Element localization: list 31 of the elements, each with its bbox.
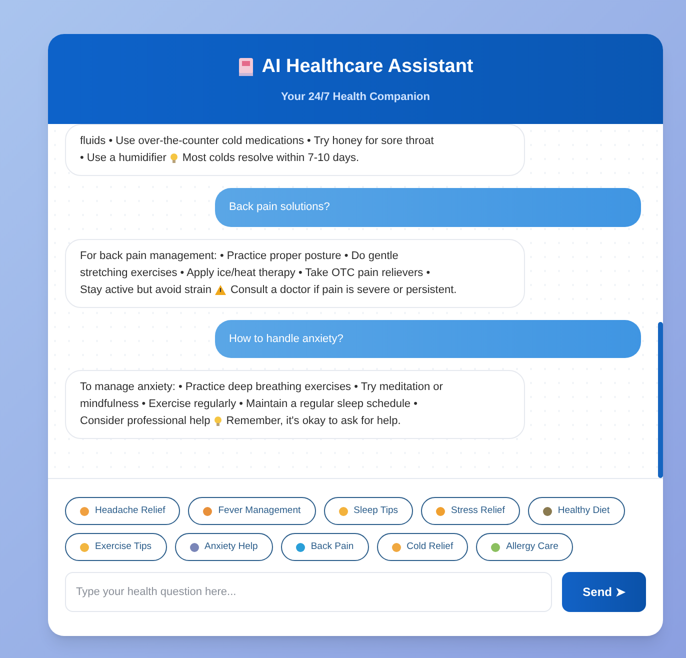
send-button[interactable]: Send ➤ bbox=[562, 572, 646, 612]
message-input[interactable]: Type your health question here... bbox=[65, 572, 552, 612]
quick-reply-chip[interactable]: Sleep Tips bbox=[324, 497, 413, 525]
message-text: • Use a humidifier bbox=[80, 151, 166, 166]
message-text: Most colds resolve within 7-10 days. bbox=[182, 151, 360, 166]
message-text: For back pain management: • Practice proper posture • Do gentle bbox=[80, 248, 398, 264]
message-text: mindfulness • Exercise regularly • Maintain a regular sleep schedule • bbox=[80, 397, 418, 412]
message-text: To manage anxiety: • Practice deep breathing exercises • Try meditation or bbox=[80, 380, 443, 395]
hospital-icon bbox=[238, 56, 254, 77]
quick-reply-chip[interactable]: Allergy Care bbox=[476, 533, 574, 561]
message-text: fluids • Use over-the-counter cold medications • Try honey for sore throat bbox=[80, 134, 434, 149]
message-text: Remember, it's okay to ask for help. bbox=[226, 414, 401, 429]
message-text: Consider professional help bbox=[80, 414, 210, 429]
quick-reply-chip[interactable]: Exercise Tips bbox=[65, 533, 166, 561]
message-text: stretching exercises • Apply ice/heat therapy • Take OTC pain relievers • bbox=[80, 266, 430, 280]
quick-reply-chip[interactable]: Fever Management bbox=[188, 497, 316, 525]
quick-reply-chip[interactable]: Headache Relief bbox=[65, 497, 180, 525]
lightbulb-icon bbox=[214, 416, 222, 427]
message-text: How to handle anxiety? bbox=[229, 332, 344, 346]
quick-reply-chip[interactable]: Cold Relief bbox=[376, 533, 468, 561]
message-text: Back pain solutions? bbox=[229, 200, 330, 215]
message-text: Stay active but avoid strain bbox=[80, 282, 212, 298]
lightbulb-icon bbox=[170, 153, 178, 164]
quick-reply-chip[interactable]: Anxiety Help bbox=[174, 533, 273, 561]
quick-reply-chip[interactable]: Stress Relief bbox=[421, 497, 520, 525]
message-text: Consult a doctor if pain is severe or persistent. bbox=[230, 282, 457, 298]
app-subtitle: Your 24/7 Health Companion bbox=[281, 90, 430, 105]
quick-reply-chip[interactable]: Back Pain bbox=[280, 533, 369, 561]
app-title: AI Healthcare Assistant bbox=[262, 54, 474, 78]
quick-reply-chip[interactable]: Healthy Diet bbox=[528, 497, 625, 525]
warning-icon bbox=[215, 285, 226, 295]
